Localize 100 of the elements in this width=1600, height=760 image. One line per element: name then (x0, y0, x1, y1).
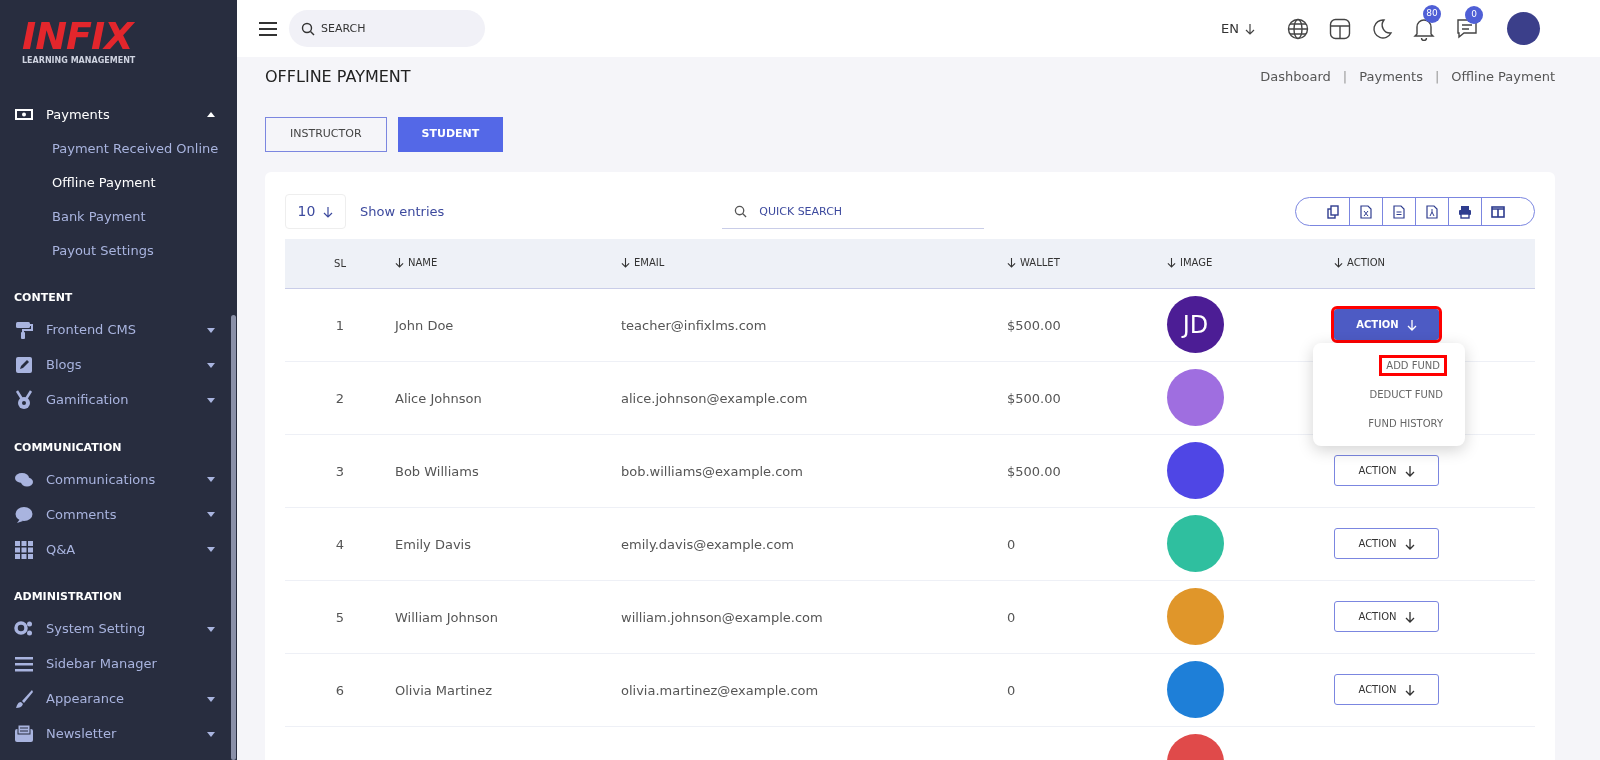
table-cell: Emily Davis (395, 536, 471, 552)
medal-icon (14, 390, 34, 410)
sidebar-section-heading: COMMUNICATION (13, 439, 123, 456)
table-cell: emily.davis@example.com (621, 536, 794, 552)
table-cell: $500.00 (1007, 390, 1061, 406)
sidebar-item[interactable]: Gamification (0, 382, 237, 418)
sidebar-item[interactable]: Appearance (0, 681, 237, 717)
sidebar-item[interactable]: Communications (0, 462, 237, 497)
paint-roller-icon (14, 320, 34, 340)
copy-icon (1325, 204, 1340, 219)
table-cell: 1 (335, 317, 345, 333)
column-header[interactable]: EMAIL (621, 254, 665, 270)
arrow-down-icon (323, 205, 334, 218)
menu-icon[interactable] (259, 21, 277, 36)
action-button[interactable]: ACTION (1334, 601, 1439, 632)
table-cell: $500.00 (1007, 463, 1061, 479)
language-selector[interactable]: EN (1221, 18, 1255, 39)
page-size-select[interactable]: 10 (285, 194, 346, 229)
sidebar-item[interactable]: Blogs (0, 347, 237, 383)
table-cell: 0 (1007, 609, 1016, 625)
sidebar-subitem[interactable]: Payment Received Online (0, 132, 237, 166)
sidebar-item[interactable]: System Setting (0, 611, 237, 647)
logo-wordmark: INFIX (22, 18, 133, 54)
logo-tagline: LEARNING MANAGEMENT (22, 55, 136, 67)
table-cell: $500.00 (1007, 317, 1061, 333)
arrow-down-icon (1404, 537, 1415, 550)
tab[interactable]: STUDENT (397, 117, 504, 152)
table-cell: william.johnson@example.com (621, 609, 823, 625)
arrow-down-icon (1406, 318, 1417, 331)
edit-icon (14, 355, 34, 375)
action-button[interactable]: ACTION (1334, 528, 1439, 559)
action-button[interactable]: ACTION (1334, 455, 1439, 486)
sidebar-subitem[interactable]: Offline Payment (0, 166, 237, 200)
sidebar-subitem[interactable]: Payout Settings (0, 234, 237, 268)
sort-arrow-icon (1334, 256, 1343, 268)
column-header[interactable]: WALLET (1007, 254, 1060, 270)
grid-icon (14, 539, 34, 560)
menu-item[interactable]: ADD FUND (1379, 355, 1447, 376)
user-avatar[interactable] (1507, 12, 1540, 45)
sort-arrow-icon (395, 256, 404, 268)
print-icon (1458, 204, 1472, 219)
moon-icon[interactable] (1371, 17, 1393, 40)
layout-icon[interactable] (1329, 17, 1351, 40)
arrow-down-icon (1404, 683, 1415, 696)
table-cell: 0 (1007, 536, 1016, 552)
breadcrumb-separator: | (1342, 68, 1348, 87)
search-icon (734, 205, 748, 218)
sidebar-section-heading: ADMINISTRATION (13, 589, 123, 605)
sidebar-item[interactable]: Sidebar Manager (0, 646, 237, 682)
page-title: OFFLINE PAYMENT (265, 66, 411, 88)
columns-icon (1491, 204, 1505, 219)
column-header[interactable]: ACTION (1334, 254, 1386, 270)
sort-arrow-icon (1167, 256, 1176, 268)
sidebar-item[interactable]: Q&A (0, 532, 237, 567)
sidebar-item[interactable]: Newsletter (0, 716, 237, 752)
table-cell: John Doe (395, 317, 454, 333)
search-field[interactable]: SEARCH (289, 10, 485, 47)
table-cell: William Johnson (395, 609, 498, 625)
menu-icon (14, 654, 34, 674)
table-cell: bob.williams@example.com (621, 463, 803, 479)
table-cell: teacher@infixlms.com (621, 317, 767, 333)
breadcrumb-link[interactable]: Payments (1359, 67, 1423, 87)
arrow-down-icon (1404, 610, 1415, 623)
globe-icon[interactable] (1287, 17, 1309, 40)
notifications-bell-icon[interactable] (1413, 16, 1435, 41)
table-cell: olivia.martinez@example.com (621, 682, 819, 698)
pdf-file-icon (1425, 204, 1439, 219)
breadcrumb-separator: | (1434, 68, 1440, 87)
column-header[interactable]: SL (334, 255, 346, 271)
action-button[interactable]: ACTION (1334, 309, 1439, 340)
sidebar-item[interactable]: Comments (0, 497, 237, 532)
table-cell: Alice Johnson (395, 390, 482, 406)
table-cell: 5 (335, 609, 345, 625)
column-header[interactable]: NAME (395, 254, 438, 270)
sidebar-item[interactable]: Frontend CMS (0, 312, 237, 348)
document-icon (1392, 204, 1406, 219)
action-button[interactable]: ACTION (1334, 674, 1439, 705)
arrow-down-icon (1404, 464, 1415, 477)
messages-chat-icon[interactable] (1455, 17, 1479, 40)
show-entries-label: Show entries (360, 202, 445, 221)
menu-item[interactable]: DEDUCT FUND (1365, 384, 1447, 405)
quick-search-field[interactable]: QUICK SEARCH (722, 194, 985, 229)
table-cell: 0 (1007, 682, 1016, 698)
menu-item[interactable]: FUND HISTORY (1364, 413, 1447, 434)
sidebar-section-heading: CONTENT (13, 290, 74, 306)
table-cell: 4 (335, 536, 345, 552)
search-icon (301, 22, 315, 36)
breadcrumb-link[interactable]: Dashboard (1260, 67, 1331, 87)
chat-icon (14, 504, 34, 525)
arrow-down-icon (1245, 22, 1255, 35)
breadcrumb-link[interactable]: Offline Payment (1451, 67, 1555, 87)
notification-count-badge: 80 (1423, 4, 1441, 23)
sort-arrow-icon (621, 256, 630, 268)
message-count-badge: 0 (1465, 5, 1483, 24)
sidebar-item[interactable]: Payments (0, 97, 237, 132)
sidebar-subitem[interactable]: Bank Payment (0, 200, 237, 234)
sort-arrow-icon (1007, 256, 1016, 268)
column-header[interactable]: IMAGE (1167, 254, 1213, 270)
table-cell: Olivia Martinez (395, 682, 493, 698)
tab[interactable]: INSTRUCTOR (265, 117, 387, 152)
